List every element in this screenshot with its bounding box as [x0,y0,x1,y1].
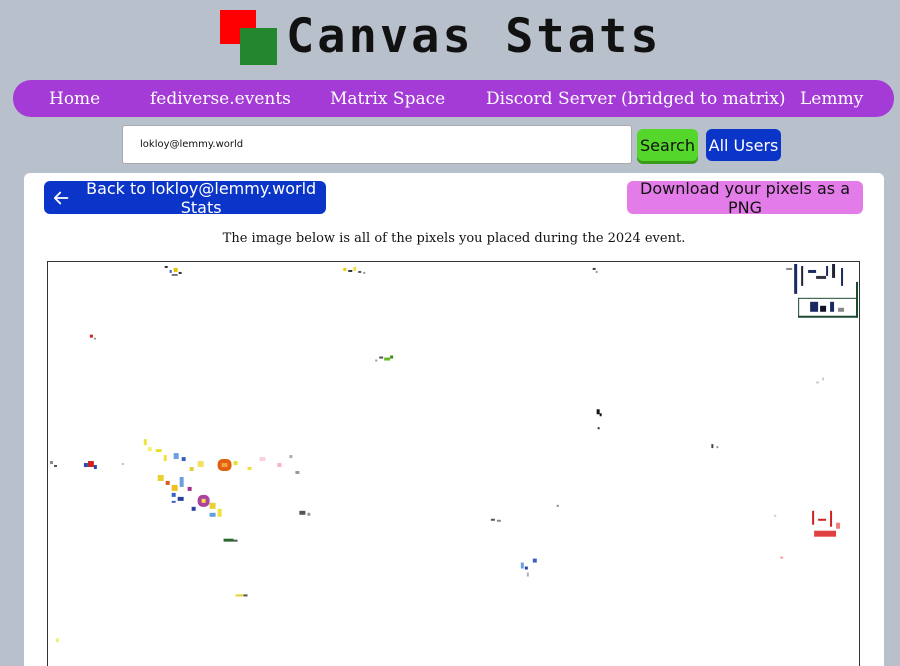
nav-item-home[interactable]: Home [49,89,100,109]
pixel-cluster [520,558,537,577]
image-caption: The image below is all of the pixels you… [222,231,686,246]
main-nav: Home fediverse.events Matrix Space Disco… [13,80,894,117]
all-users-button[interactable]: All Users [706,129,781,161]
pixels-image-drawing [49,263,859,643]
back-button-label: Back to lokloy@lemmy.world Stats [86,178,317,217]
arrow-left-icon [53,191,69,204]
nav-item-matrix-space[interactable]: Matrix Space [330,89,445,109]
nav-item-lemmy[interactable]: Lemmy [800,89,863,109]
pixel-cluster [375,355,394,362]
logo-green-square [240,28,277,65]
nav-item-discord-server[interactable]: Discord Server (bridged to matrix) [486,89,786,109]
search-button[interactable]: Search [637,129,698,161]
pixel-cluster [164,265,182,276]
pixel-cluster [786,263,859,318]
main-card: Back to lokloy@lemmy.world Stats Downloa… [24,173,884,666]
pixel-cluster [49,461,124,470]
pixel-cluster [143,439,300,517]
download-png-button[interactable]: Download your pixels as a PNG [627,179,863,217]
pixel-cluster [596,409,602,430]
pixel-cluster [343,266,366,274]
back-button[interactable]: Back to lokloy@lemmy.world Stats [44,178,326,217]
logo-title: Canvas Stats [286,9,662,64]
logo: Canvas Stats [220,8,680,66]
pixels-image [47,261,860,666]
pixel-cluster [774,510,841,559]
search-input[interactable] [122,125,632,164]
nav-item-fediverse-events[interactable]: fediverse.events [150,89,291,109]
